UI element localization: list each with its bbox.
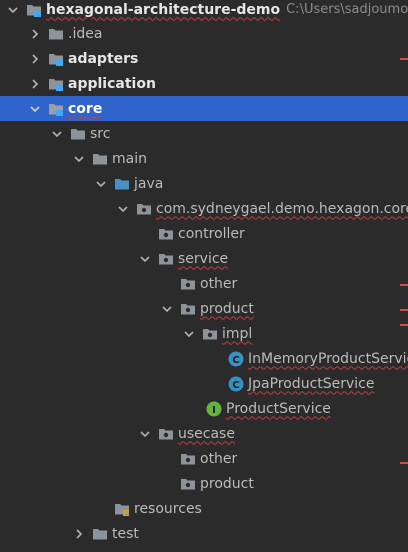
package-icon — [136, 201, 152, 217]
package-label: com.sydneygael.demo.hexagon.core — [156, 200, 408, 217]
package-label-other: other — [200, 275, 238, 292]
chevron-down-icon[interactable] — [182, 327, 196, 341]
tree-row-src[interactable]: src — [0, 121, 408, 146]
folder-label-src: src — [90, 125, 111, 142]
package-label-usecase: usecase — [178, 425, 235, 442]
chevron-right-icon[interactable] — [28, 52, 42, 66]
source-folder-icon — [114, 176, 130, 192]
chevron-down-icon[interactable] — [72, 152, 86, 166]
chevron-right-icon[interactable] — [28, 77, 42, 91]
root-path: C:\Users\sadjoumour — [286, 2, 408, 17]
chevron-down-icon[interactable] — [28, 102, 42, 116]
package-icon — [180, 276, 196, 292]
root-label: hexagonal-architecture-demo — [46, 1, 281, 18]
folder-icon — [48, 26, 64, 42]
tree-row-resources[interactable]: resources — [0, 496, 408, 521]
tree-row-package[interactable]: com.sydneygael.demo.hexagon.core — [0, 196, 408, 221]
folder-icon — [70, 126, 86, 142]
folder-label-resources: resources — [134, 500, 202, 517]
error-stripe-mark — [400, 309, 408, 311]
package-label-usecase-other: other — [200, 450, 238, 467]
tree-row-service[interactable]: service — [0, 246, 408, 271]
error-stripe-mark — [400, 284, 408, 286]
svg-text:I: I — [212, 405, 216, 416]
tree-row-inmemory[interactable]: C InMemoryProductService — [0, 346, 408, 371]
package-icon — [180, 301, 196, 317]
tree-row-main[interactable]: main — [0, 146, 408, 171]
tree-row-java[interactable]: java — [0, 171, 408, 196]
folder-label-main: main — [112, 150, 147, 167]
folder-label-java: java — [134, 175, 164, 192]
chevron-down-icon[interactable] — [50, 127, 64, 141]
tree-row-usecase[interactable]: usecase — [0, 421, 408, 446]
tree-row-usecase-product[interactable]: product — [0, 471, 408, 496]
chevron-down-icon[interactable] — [116, 202, 130, 216]
module-folder-icon — [48, 101, 64, 117]
chevron-down-icon[interactable] — [138, 427, 152, 441]
chevron-right-icon[interactable] — [72, 527, 86, 541]
error-stripe-mark — [400, 324, 408, 326]
package-icon — [158, 251, 174, 267]
resources-folder-icon — [114, 501, 130, 517]
tree-row-service-other[interactable]: other — [0, 271, 408, 296]
svg-text:C: C — [232, 355, 239, 366]
tree-row-usecase-other[interactable]: other — [0, 446, 408, 471]
interface-icon: I — [206, 401, 222, 417]
folder-label-idea: .idea — [68, 25, 103, 42]
module-folder-icon — [48, 51, 64, 67]
class-label-inmemory: InMemoryProductService — [248, 350, 408, 367]
interface-label-productservice: ProductService — [226, 400, 331, 417]
folder-icon — [92, 151, 108, 167]
tree-row-controller[interactable]: controller — [0, 221, 408, 246]
package-icon — [202, 326, 218, 342]
package-label-service: service — [178, 250, 229, 267]
package-label-usecase-product: product — [200, 475, 254, 492]
chevron-down-icon[interactable] — [160, 302, 174, 316]
error-stripe-mark — [400, 462, 408, 464]
tree-row-jpa[interactable]: C JpaProductService — [0, 371, 408, 396]
package-icon — [158, 226, 174, 242]
chevron-right-icon[interactable] — [28, 27, 42, 41]
package-icon — [158, 426, 174, 442]
tree-row-idea[interactable]: .idea — [0, 21, 408, 46]
module-label-core: core — [68, 100, 103, 117]
tree-row-adapters[interactable]: adapters — [0, 46, 408, 71]
module-folder-icon — [26, 2, 42, 18]
tree-row-productservice[interactable]: I ProductService — [0, 396, 408, 421]
package-label-impl: impl — [222, 325, 253, 342]
folder-icon — [92, 526, 108, 542]
tree-row-application[interactable]: application — [0, 71, 408, 96]
svg-text:C: C — [232, 380, 239, 391]
module-label-adapters: adapters — [68, 50, 139, 67]
tree-row-root[interactable]: hexagonal-architecture-demo C:\Users\sad… — [0, 0, 408, 22]
module-folder-icon — [48, 76, 64, 92]
tree-row-test[interactable]: test — [0, 521, 408, 546]
tree-row-product[interactable]: product — [0, 296, 408, 321]
module-label-application: application — [68, 75, 156, 92]
package-icon — [180, 451, 196, 467]
package-label-controller: controller — [178, 225, 245, 242]
class-icon: C — [228, 351, 244, 367]
package-icon — [180, 476, 196, 492]
class-label-jpa: JpaProductService — [248, 375, 375, 392]
tree-row-impl[interactable]: impl — [0, 321, 408, 346]
chevron-down-icon[interactable] — [138, 252, 152, 266]
chevron-down-icon[interactable] — [94, 177, 108, 191]
error-stripe-mark — [400, 58, 408, 60]
class-icon: C — [228, 376, 244, 392]
project-tree: hexagonal-architecture-demo C:\Users\sad… — [0, 0, 408, 552]
package-label-product: product — [200, 300, 254, 317]
folder-label-test: test — [112, 525, 139, 542]
chevron-down-icon[interactable] — [6, 3, 20, 17]
tree-row-core[interactable]: core — [0, 96, 408, 121]
tree-row-partial — [0, 546, 408, 552]
